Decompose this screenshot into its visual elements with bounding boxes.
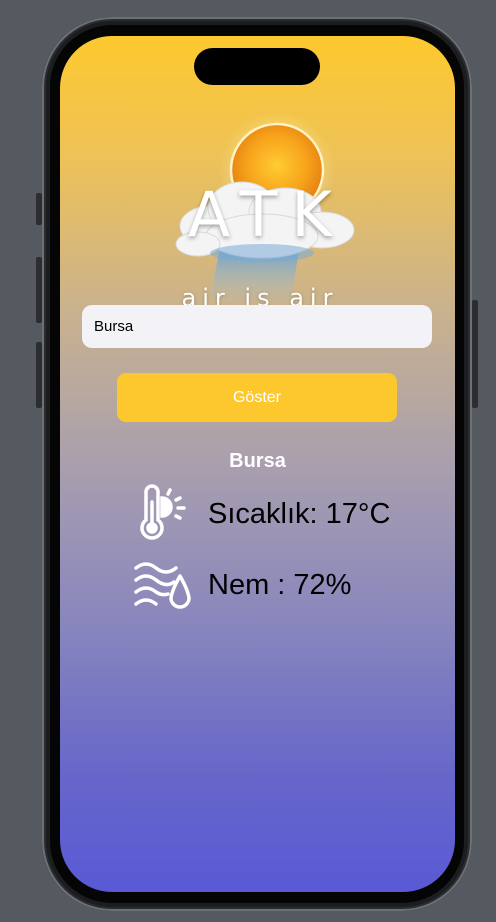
- simulator-stage: ATK air is air Göster Bursa Sıcaklık: 17…: [0, 0, 496, 922]
- temperature-text: Sıcaklık: 17°C: [208, 497, 391, 530]
- thermometer-sun-icon: [140, 484, 186, 540]
- dynamic-island: [194, 48, 320, 85]
- temperature-row: Sıcaklık: 17°C: [132, 482, 390, 546]
- power-button: [472, 300, 478, 408]
- humidity-row: Nem : 72%: [132, 554, 351, 616]
- result-city-name: Bursa: [229, 450, 286, 472]
- app-screen: ATK air is air Göster Bursa Sıcaklık: 17…: [60, 36, 455, 892]
- show-weather-button[interactable]: Göster: [117, 373, 397, 422]
- logo-title: ATK: [187, 178, 347, 251]
- humidity-text: Nem : 72%: [208, 568, 352, 601]
- app-logo: ATK air is air: [150, 108, 370, 312]
- wind-drop-icon: [134, 562, 191, 609]
- city-search-input[interactable]: [82, 305, 432, 348]
